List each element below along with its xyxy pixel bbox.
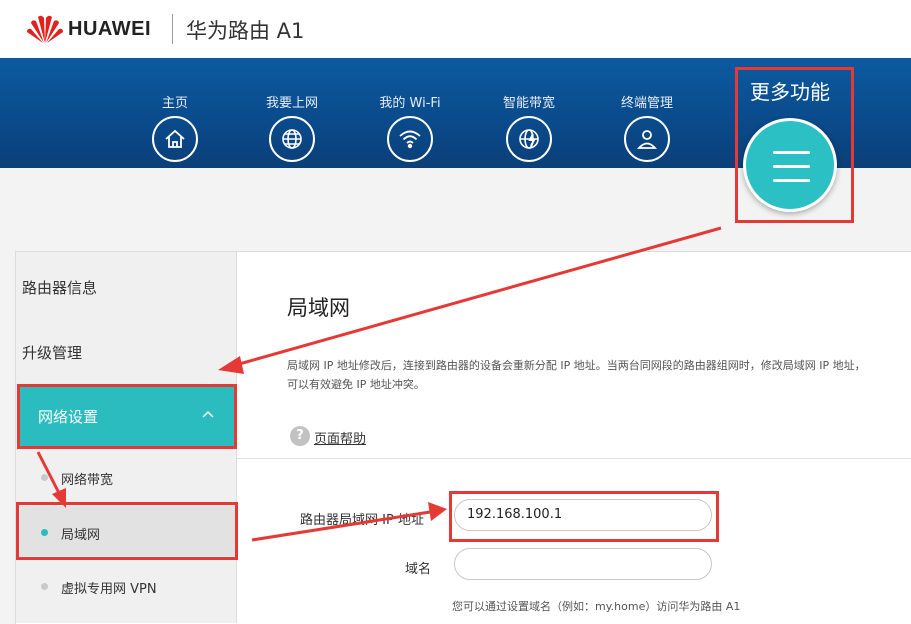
page-title: 局域网 [287,296,350,320]
nav-label: 主页 [161,96,188,111]
page-description: 局域网 IP 地址修改后，连接到路由器的设备会重新分配 IP 地址。当两台同网段… [287,356,911,394]
help-icon[interactable]: ? [290,426,310,446]
annotation-box-lan [16,502,238,560]
sidebar-subitem-vpn[interactable]: 虚拟专用网 VPN [61,578,157,597]
nav-item-wifi[interactable]: 我的 Wi-Fi [370,92,450,162]
globe-icon [269,116,315,162]
annotation-box-network [17,384,237,449]
domain-field-label: 域名 [405,562,432,577]
huawei-logo-icon [27,15,63,43]
divider [237,458,911,459]
sidebar-item-upgrade[interactable]: 升级管理 [22,342,82,363]
nav-item-home[interactable]: 主页 [135,92,215,162]
home-icon [152,116,198,162]
description-line: 局域网 IP 地址修改后，连接到路由器的设备会重新分配 IP 地址。当两台同网段… [287,359,866,372]
sidebar-item-router-info[interactable]: 路由器信息 [22,277,97,298]
annotation-box-more [735,67,854,223]
product-name: 华为路由 A1 [186,19,305,43]
bullet-dot [41,474,48,481]
nav-label: 我要上网 [265,96,318,111]
nav-item-devices[interactable]: 终端管理 [607,92,687,162]
domain-hint: 您可以通过设置域名（例如：my.home）访问华为路由 A1 [452,600,741,613]
bullet-dot [41,583,48,590]
domain-input[interactable] [454,548,712,580]
ip-field-label: 路由器局域网 IP 地址 [300,513,424,528]
nav-label: 终端管理 [620,96,673,111]
nav-label: 智能带宽 [502,96,555,111]
globe-bolt-icon [506,116,552,162]
nav-label: 我的 Wi-Fi [379,96,441,111]
nav-item-bandwidth[interactable]: 智能带宽 [489,92,569,162]
brand-divider [172,14,173,44]
wifi-icon [387,116,433,162]
sidebar-subitem-bandwidth[interactable]: 网络带宽 [61,469,113,488]
page-help-link[interactable]: 页面帮助 [314,428,366,447]
brand-bar: HUAWEI 华为路由 A1 [0,0,911,58]
annotation-box-ip [449,491,719,542]
description-line: 可以有效避免 IP 地址冲突。 [287,378,425,391]
user-icon [624,116,670,162]
nav-item-internet[interactable]: 我要上网 [252,92,332,162]
brand-name: HUAWEI [68,18,151,40]
